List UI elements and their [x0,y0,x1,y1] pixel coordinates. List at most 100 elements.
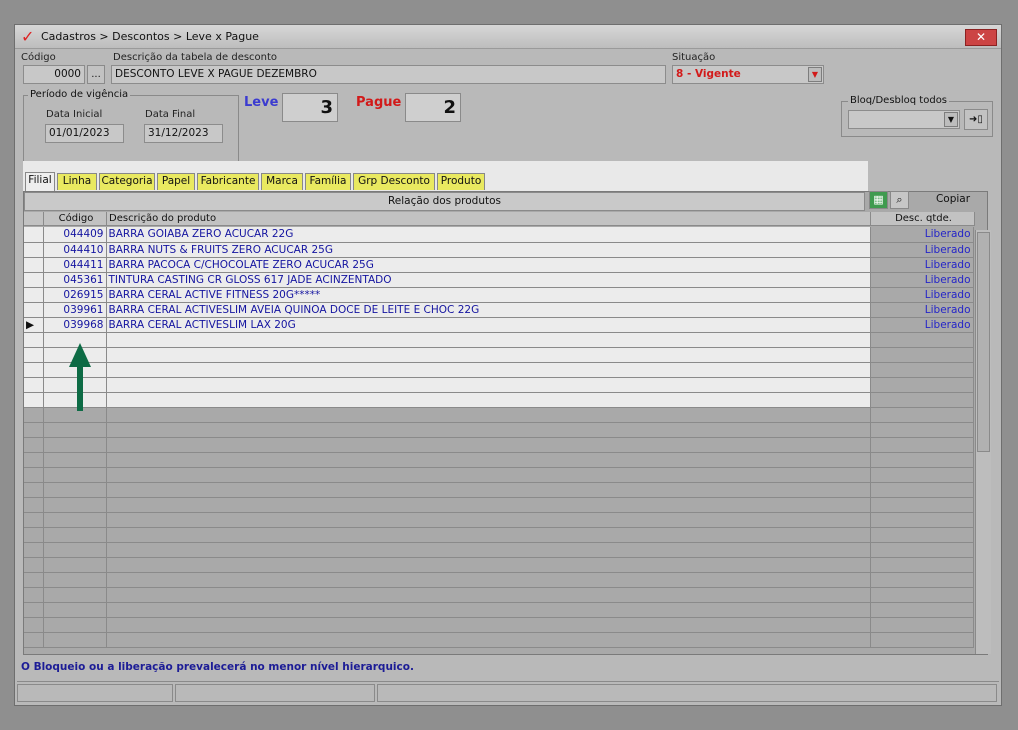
cell-codigo[interactable]: 045361 [43,272,107,288]
cell-codigo[interactable] [43,422,107,438]
cell-codigo[interactable] [43,437,107,453]
cell-status[interactable] [870,347,974,363]
row-indicator[interactable] [24,572,44,588]
cell-status[interactable]: Liberado [870,302,974,318]
cell-status[interactable] [870,452,974,468]
cell-status[interactable] [870,422,974,438]
table-row[interactable] [24,512,974,528]
cell-descricao[interactable] [106,542,871,558]
descricao-field[interactable]: DESCONTO LEVE X PAGUE DEZEMBRO [111,65,666,84]
cell-codigo[interactable]: 044411 [43,257,107,273]
grid-scrollbar[interactable] [975,230,991,654]
cell-status[interactable]: Liberado [870,257,974,273]
tab-categoria[interactable]: Categoria [99,173,155,190]
cell-descricao[interactable]: BARRA GOIABA ZERO ACUCAR 22G [106,227,871,243]
row-indicator[interactable] [24,227,44,243]
cell-status[interactable] [870,392,974,408]
apply-bloq-button[interactable]: ➜▯ [964,109,988,130]
row-indicator[interactable] [24,242,44,258]
table-row[interactable]: ▶ 039968 BARRA CERAL ACTIVESLIM LAX 20G Lib… [24,317,974,333]
row-indicator[interactable] [24,512,44,528]
row-indicator[interactable] [24,632,44,648]
table-row[interactable] [24,407,974,423]
data-inicial-field[interactable]: 01/01/2023 [45,124,124,143]
row-indicator[interactable] [24,302,44,318]
table-row[interactable] [24,497,974,513]
table-row[interactable] [24,422,974,438]
table-row[interactable] [24,332,974,348]
row-indicator[interactable] [24,257,44,273]
cell-codigo[interactable] [43,632,107,648]
row-indicator[interactable] [24,527,44,543]
cell-descricao[interactable]: TINTURA CASTING CR GLOSS 617 JADE ACINZE… [106,272,871,288]
cell-descricao[interactable] [106,572,871,588]
table-row[interactable] [24,602,974,618]
cell-codigo[interactable]: 039968 [43,317,107,333]
cell-status[interactable] [870,497,974,513]
cell-descricao[interactable] [106,557,871,573]
table-row[interactable] [24,362,974,378]
row-indicator[interactable] [24,557,44,573]
table-row[interactable]: 044410 BARRA NUTS & FRUITS ZERO ACUCAR 25… [24,242,974,258]
cell-codigo[interactable]: 044409 [43,227,107,243]
cell-codigo[interactable] [43,587,107,603]
table-row[interactable] [24,467,974,483]
cell-status[interactable] [870,587,974,603]
row-indicator[interactable] [24,392,44,408]
cell-descricao[interactable] [106,587,871,603]
cell-descricao[interactable] [106,497,871,513]
row-indicator[interactable] [24,497,44,513]
col-descricao[interactable]: Descrição do produto [107,212,871,226]
cell-status[interactable] [870,437,974,453]
cell-status[interactable] [870,407,974,423]
excel-icon[interactable]: ▦ [869,191,888,209]
cell-descricao[interactable] [106,392,871,408]
cell-status[interactable]: Liberado [870,317,974,333]
cell-descricao[interactable] [106,482,871,498]
tab-linha[interactable]: Linha [57,173,97,190]
cell-codigo[interactable] [43,617,107,633]
cell-descricao[interactable]: BARRA CERAL ACTIVESLIM LAX 20G [106,317,871,333]
tab-fabricante[interactable]: Fabricante [197,173,259,190]
table-row[interactable]: 026915 BARRA CERAL ACTIVE FITNESS 20G****… [24,287,974,303]
tab-filial[interactable]: Filial [25,172,55,191]
col-desc-qtde[interactable]: Desc. qtde. [871,212,975,226]
row-indicator[interactable] [24,272,44,288]
cell-status[interactable] [870,512,974,528]
cell-status[interactable]: Liberado [870,227,974,243]
situacao-select[interactable]: 8 - Vigente ▼ [672,65,824,84]
cell-descricao[interactable] [106,602,871,618]
cell-status[interactable]: Liberado [870,272,974,288]
cell-descricao[interactable] [106,362,871,378]
bloq-select[interactable]: ▼ [848,110,960,129]
cell-codigo[interactable] [43,512,107,528]
cell-descricao[interactable] [106,377,871,393]
cell-descricao[interactable] [106,632,871,648]
row-indicator[interactable] [24,482,44,498]
row-indicator[interactable] [24,422,44,438]
cell-codigo[interactable] [43,572,107,588]
table-row[interactable] [24,452,974,468]
cell-descricao[interactable] [106,452,871,468]
row-indicator[interactable] [24,602,44,618]
cell-descricao[interactable]: BARRA CERAL ACTIVESLIM AVEIA QUINOA DOCE… [106,302,871,318]
table-row[interactable] [24,542,974,558]
table-row[interactable] [24,377,974,393]
row-indicator[interactable] [24,287,44,303]
col-codigo[interactable]: Código [44,212,107,226]
table-row[interactable] [24,392,974,408]
table-row[interactable]: 044409 BARRA GOIABA ZERO ACUCAR 22G Libera… [24,227,974,243]
tab-marca[interactable]: Marca [261,173,303,190]
cell-status[interactable] [870,542,974,558]
row-indicator[interactable] [24,452,44,468]
row-indicator[interactable] [24,347,44,363]
table-row[interactable] [24,437,974,453]
table-row[interactable] [24,572,974,588]
row-indicator[interactable]: ▶ [24,317,44,333]
cell-codigo[interactable] [43,467,107,483]
cell-descricao[interactable] [106,467,871,483]
cell-status[interactable] [870,482,974,498]
row-indicator[interactable] [24,407,44,423]
cell-descricao[interactable]: BARRA NUTS & FRUITS ZERO ACUCAR 25G [106,242,871,258]
tab-papel[interactable]: Papel [157,173,195,190]
